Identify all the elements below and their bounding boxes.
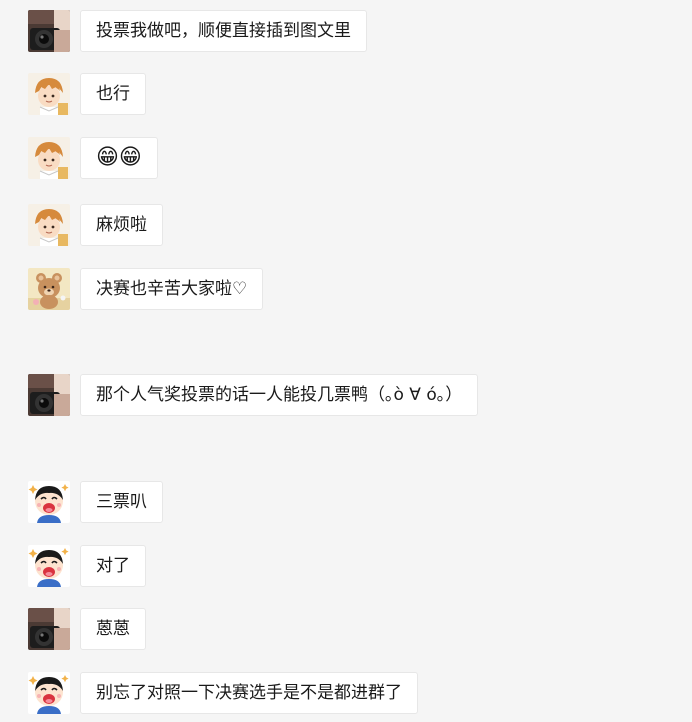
avatar-camera-user[interactable] xyxy=(28,10,70,52)
avatar-laughing-kid[interactable] xyxy=(28,481,70,523)
avatar-camera-user[interactable] xyxy=(28,608,70,650)
avatar-laughing-kid[interactable] xyxy=(28,672,70,714)
message-bubble[interactable]: 对了 xyxy=(80,545,146,587)
message-bubble[interactable]: 麻烦啦 xyxy=(80,204,163,246)
message-bubble[interactable]: 也行 xyxy=(80,73,146,115)
avatar-cartoon-boy[interactable] xyxy=(28,137,70,179)
avatar-cartoon-boy[interactable] xyxy=(28,73,70,115)
avatar-teddy-bear[interactable] xyxy=(28,268,70,310)
message-bubble[interactable]: 那个人气奖投票的话一人能投几票鸭（｡ò ∀ ó｡） xyxy=(80,374,479,416)
avatar-cartoon-boy[interactable] xyxy=(28,204,70,246)
avatar-laughing-kid[interactable] xyxy=(28,545,70,587)
message-bubble[interactable]: 投票我做吧，顺便直接插到图文里 xyxy=(80,10,367,52)
message-bubble[interactable]: 别忘了对照一下决赛选手是不是都进群了 xyxy=(80,672,418,714)
message-bubble[interactable]: 三票叭 xyxy=(80,481,163,523)
avatar-camera-user[interactable] xyxy=(28,374,70,416)
message-bubble[interactable]: 蒽蒽 xyxy=(80,608,146,650)
message-bubble-emoji[interactable]: 😁😁 xyxy=(80,137,158,179)
message-bubble[interactable]: 决赛也辛苦大家啦♡ xyxy=(80,268,264,310)
